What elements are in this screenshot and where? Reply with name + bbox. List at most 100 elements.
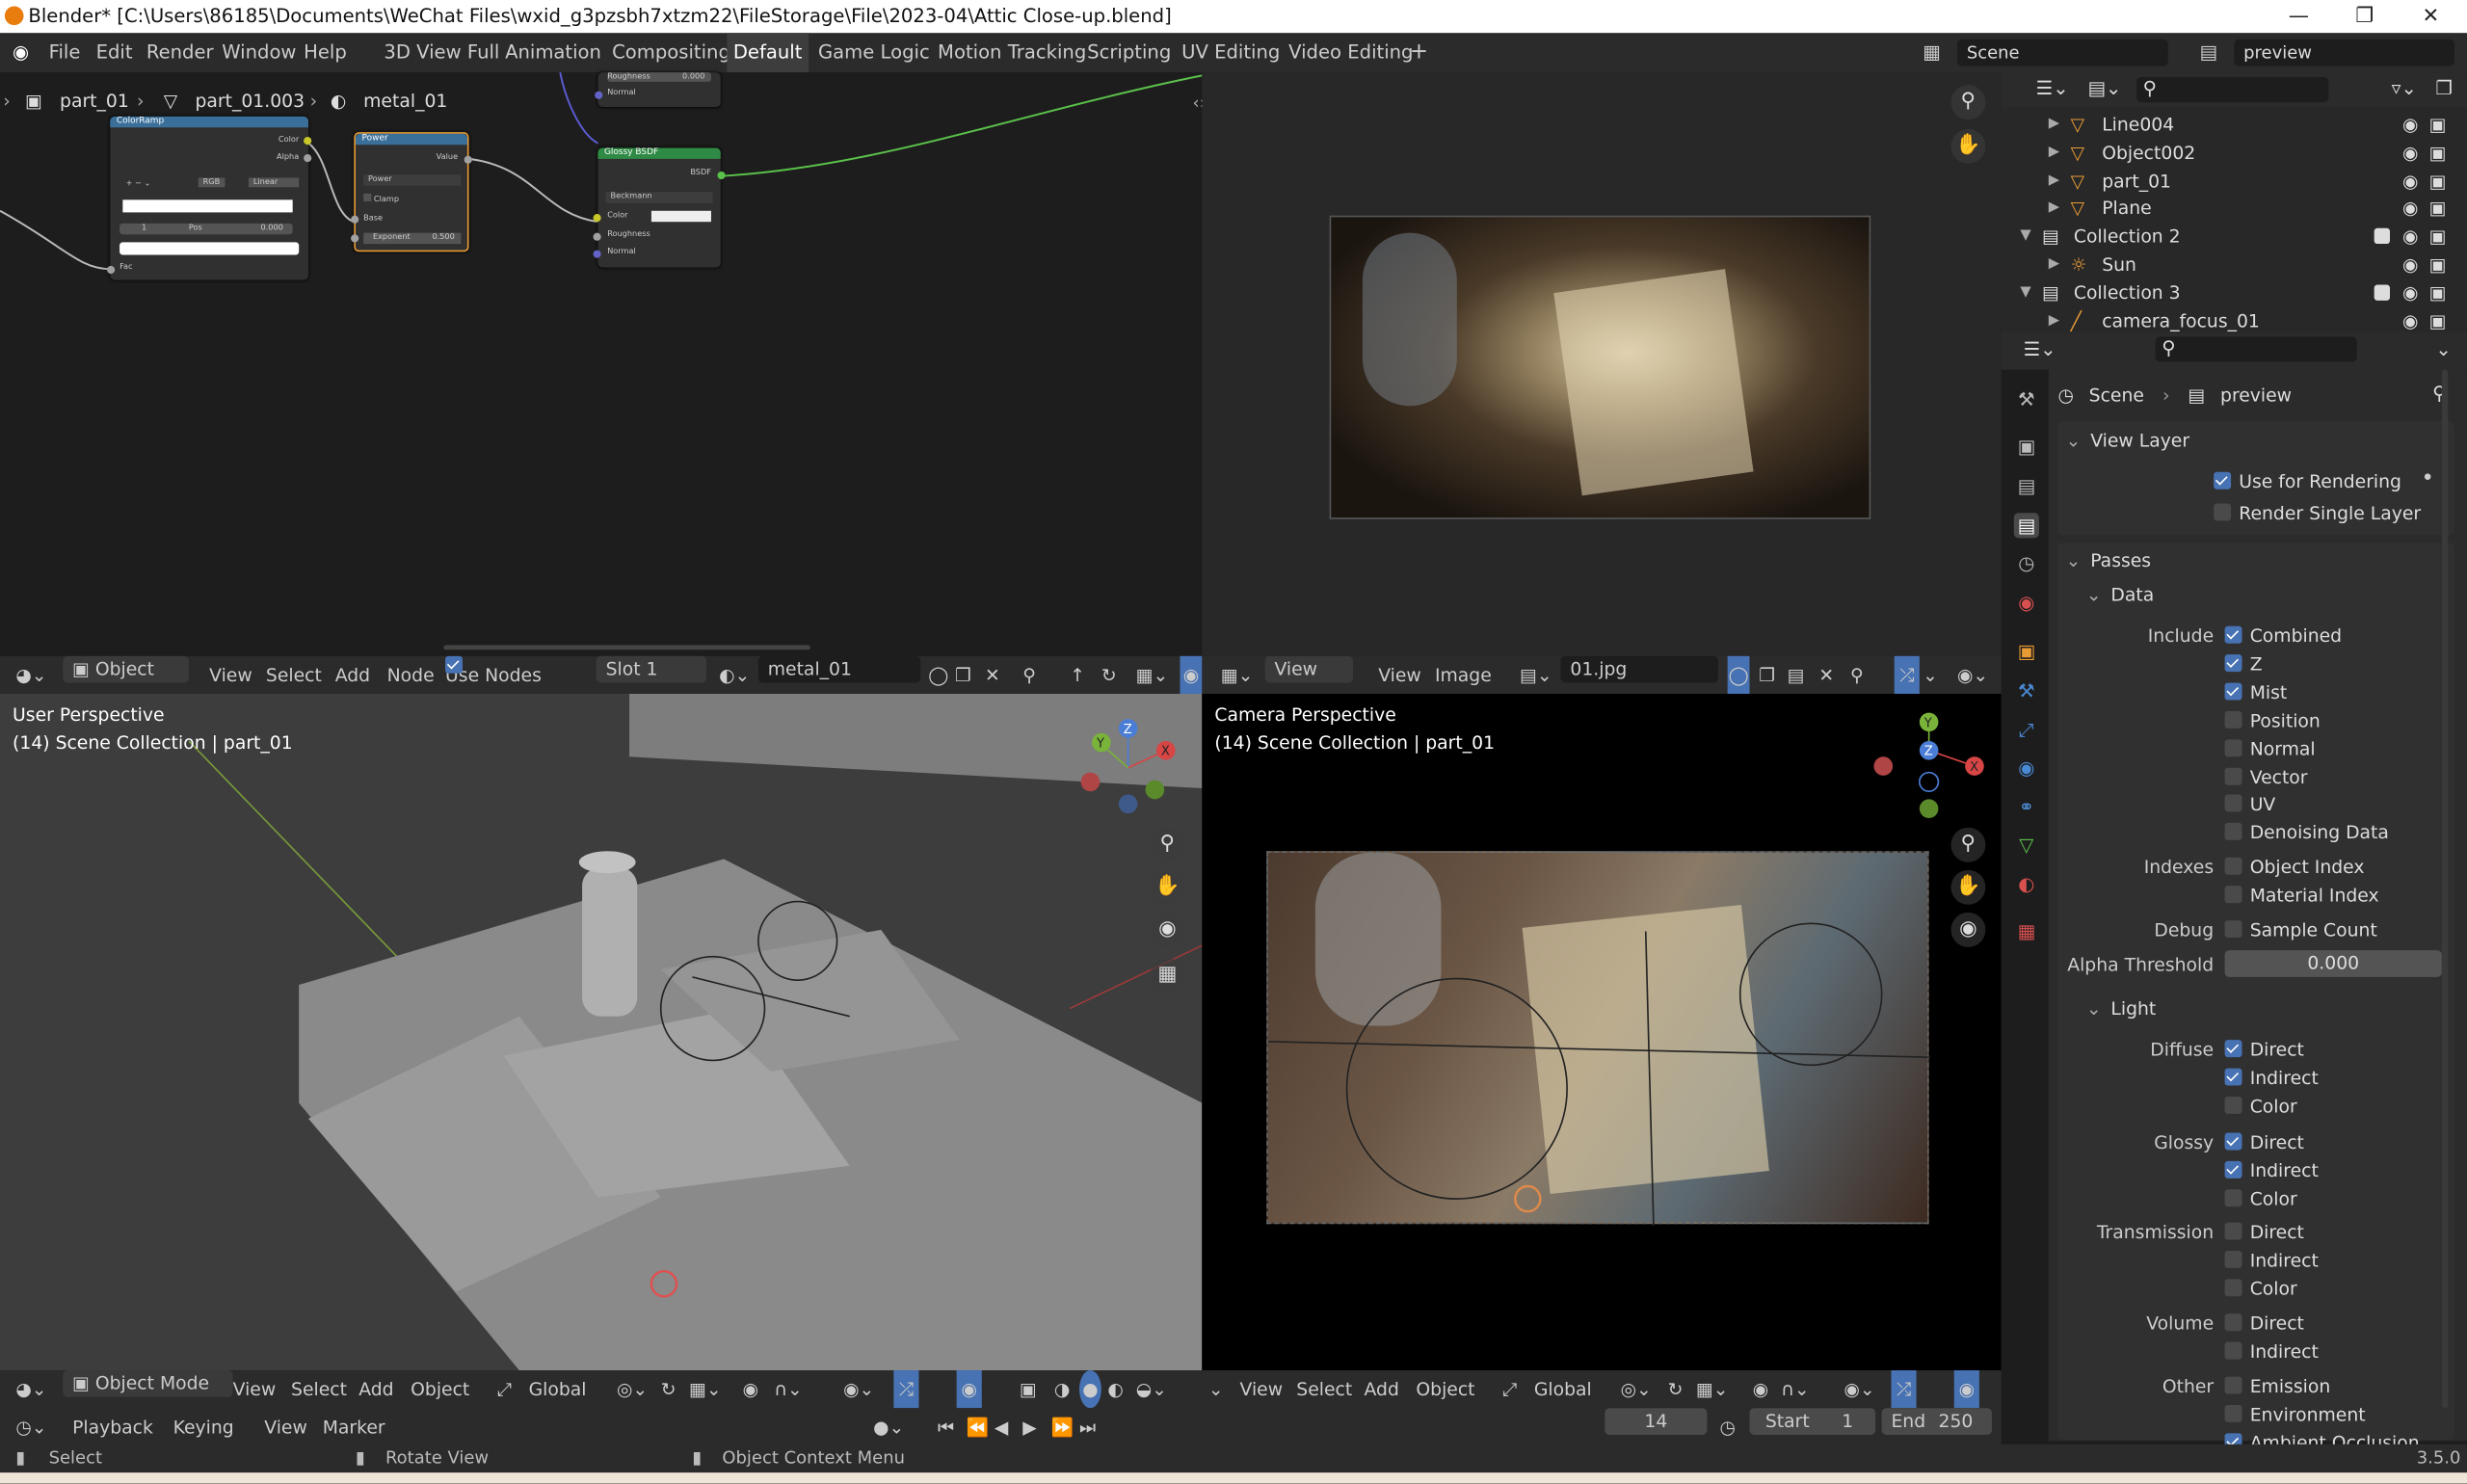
alpha-out-socket[interactable] — [304, 153, 312, 163]
breadcrumb-object[interactable]: part_01 — [60, 85, 129, 117]
pass-check[interactable] — [2224, 710, 2242, 729]
cam-pivot-icon[interactable]: ◎⌄ — [1621, 1370, 1652, 1408]
tab-game-logic[interactable]: Game Logic — [818, 33, 930, 72]
jump-end-icon[interactable]: ⏭ — [1079, 1408, 1096, 1445]
image-pin-icon[interactable]: ⚲ — [1850, 656, 1864, 694]
solid-shading-icon[interactable]: ● — [1078, 1370, 1101, 1409]
expand-down-icon[interactable]: ▼ — [2020, 223, 2030, 251]
use-nodes-toggle[interactable]: Use Nodes — [445, 655, 542, 694]
pass-check[interactable] — [2224, 1160, 2242, 1179]
play-icon[interactable]: ▶ — [1022, 1408, 1036, 1445]
ramp-add-icon[interactable]: + − ⌄ — [126, 179, 151, 189]
navigation-gizmo-right[interactable]: Y Z X — [1870, 706, 1996, 833]
menu-marker[interactable]: Marker — [323, 1408, 385, 1445]
pass-checkbox[interactable]: Denoising Data — [2224, 818, 2389, 846]
outliner-row[interactable]: ▶ ☼ Sun ◉ ▣ — [2002, 251, 2467, 278]
animate-dot-icon[interactable] — [2424, 473, 2431, 480]
glossy-color-swatch[interactable] — [650, 210, 711, 223]
blender-menu-icon[interactable]: ◉ — [13, 33, 29, 72]
navigation-gizmo-left[interactable]: Z X Y — [1076, 716, 1186, 826]
camera-render-icon[interactable]: ▣ — [2429, 194, 2447, 222]
exponent-socket[interactable] — [351, 234, 359, 243]
menu-window[interactable]: Window — [222, 33, 296, 72]
cam-snap-icon[interactable]: ↻ — [1668, 1370, 1684, 1408]
use-for-rendering-check[interactable] — [2214, 471, 2232, 490]
menu-image-image[interactable]: Image — [1435, 656, 1492, 694]
close-icon[interactable]: ✕ — [2398, 0, 2464, 33]
collection-exclude-checkbox[interactable] — [2374, 284, 2390, 301]
camera-render-icon[interactable]: ▣ — [2429, 306, 2447, 334]
pass-check[interactable] — [2224, 823, 2242, 841]
render-single-layer-check[interactable] — [2214, 503, 2232, 521]
menu-vp-view[interactable]: View — [233, 1370, 277, 1408]
value-out-socket[interactable] — [464, 155, 472, 164]
pass-check[interactable] — [2224, 766, 2242, 784]
cam-overlays-icon[interactable]: ◉ — [1953, 1370, 1979, 1409]
expand-right-icon[interactable]: ▶ — [2049, 110, 2059, 138]
next-key-icon[interactable]: ⏩ — [1051, 1408, 1074, 1445]
viewlayer-tab-icon[interactable]: ▤ — [2013, 513, 2039, 539]
menu-image-view[interactable]: View — [1378, 656, 1421, 694]
tab-motion-tracking[interactable]: Motion Tracking — [938, 33, 1086, 72]
viewlayer-field[interactable]: preview — [2234, 39, 2454, 66]
base-socket[interactable] — [351, 215, 359, 224]
rendered-shading-icon[interactable]: ◒⌄ — [1136, 1370, 1167, 1408]
camera-toggle-icon[interactable]: ◉ — [1950, 912, 1986, 947]
pass-check[interactable] — [2224, 654, 2242, 672]
snap-icon[interactable]: ↻ — [1101, 656, 1117, 694]
sample-count-check[interactable] — [2224, 920, 2242, 939]
properties-search[interactable]: ⚲ — [2155, 336, 2357, 362]
menu-cam-select[interactable]: Select — [1296, 1370, 1352, 1408]
ramp-mode-select[interactable]: RGB — [198, 177, 225, 188]
pass-checkbox[interactable]: Environment — [2224, 1400, 2366, 1428]
editor-type-icon[interactable]: ◕⌄ — [15, 656, 46, 694]
image-editor[interactable]: ⚲ ✋ — [1202, 72, 2002, 656]
menu-cam-add[interactable]: Add — [1365, 1370, 1399, 1408]
ramp-gradient[interactable] — [122, 199, 293, 213]
glossy-dist-select[interactable]: Beckmann — [605, 192, 713, 203]
cam-orient-select[interactable]: Global — [1534, 1370, 1592, 1408]
color-in-socket[interactable] — [593, 214, 601, 223]
output-icon[interactable]: ▤ — [2014, 473, 2039, 498]
pass-checkbox[interactable]: Object Index — [2224, 853, 2365, 881]
tab-uv-editing[interactable]: UV Editing — [1181, 33, 1280, 72]
cam-snap-target-icon[interactable]: ▦⌄ — [1696, 1370, 1728, 1408]
menu-cam-view[interactable]: View — [1240, 1370, 1284, 1408]
eye-icon[interactable]: ◉ — [2402, 194, 2418, 222]
eye-icon[interactable]: ◉ — [2402, 306, 2418, 334]
exponent-field[interactable]: Exponent 0.500 — [363, 232, 462, 245]
camera-render-icon[interactable]: ▣ — [2429, 166, 2447, 194]
node-editor[interactable]: › ▣ part_01 › ▽ part_01.003 › ◐ metal_01… — [0, 72, 1207, 656]
pass-check[interactable] — [2224, 1096, 2242, 1114]
pass-checkbox[interactable]: Color — [2224, 1184, 2297, 1212]
menu-node-select[interactable]: Select — [266, 656, 322, 694]
breadcrumb-material[interactable]: metal_01 — [363, 85, 458, 117]
menu-help[interactable]: Help — [304, 33, 347, 72]
node-editor-scrollbar[interactable] — [443, 645, 810, 650]
add-workspace-icon[interactable]: + — [1410, 33, 1428, 72]
collection-exclude-checkbox[interactable] — [2374, 228, 2390, 245]
data-subpanel[interactable]: ⌄ Data — [2086, 579, 2154, 611]
maximize-icon[interactable]: ❐ — [2332, 0, 2399, 33]
cam-gizmo-icon[interactable]: ⤮ — [1891, 1370, 1917, 1409]
scene-icon[interactable]: ▦ — [1923, 33, 1941, 72]
normal-in-socket[interactable] — [593, 250, 601, 258]
tab-3d-view-full[interactable]: 3D View Full — [384, 33, 499, 72]
outliner-row[interactable]: ▶ ▽ Line004 ◉ ▣ — [2002, 110, 2467, 138]
pass-check[interactable] — [2224, 1404, 2242, 1422]
menu-playback[interactable]: Playback — [72, 1408, 153, 1445]
menu-render[interactable]: Render — [146, 33, 214, 72]
pass-checkbox[interactable]: Position — [2224, 706, 2321, 734]
pass-checkbox[interactable]: Z — [2224, 649, 2263, 677]
material-shading-icon[interactable]: ◐ — [1107, 1370, 1123, 1408]
use-nodes-checkbox[interactable] — [445, 655, 463, 674]
image-fake-user-icon[interactable]: ◯ — [1727, 655, 1750, 694]
breadcrumb-mesh[interactable]: part_01.003 — [195, 85, 305, 117]
node-colorramp[interactable]: ColorRamp Color Alpha + − ⌄ RGB Linear 1… — [107, 116, 312, 280]
viewport-ortho-icon[interactable]: ▦ — [1150, 958, 1185, 994]
record-icon[interactable]: ●⌄ — [873, 1408, 904, 1445]
tab-default[interactable]: Default — [727, 33, 809, 73]
power-clamp-checkbox[interactable]: Clamp — [363, 193, 399, 204]
pass-checkbox[interactable]: Direct — [2224, 1128, 2304, 1156]
menu-keying[interactable]: Keying — [173, 1408, 234, 1445]
